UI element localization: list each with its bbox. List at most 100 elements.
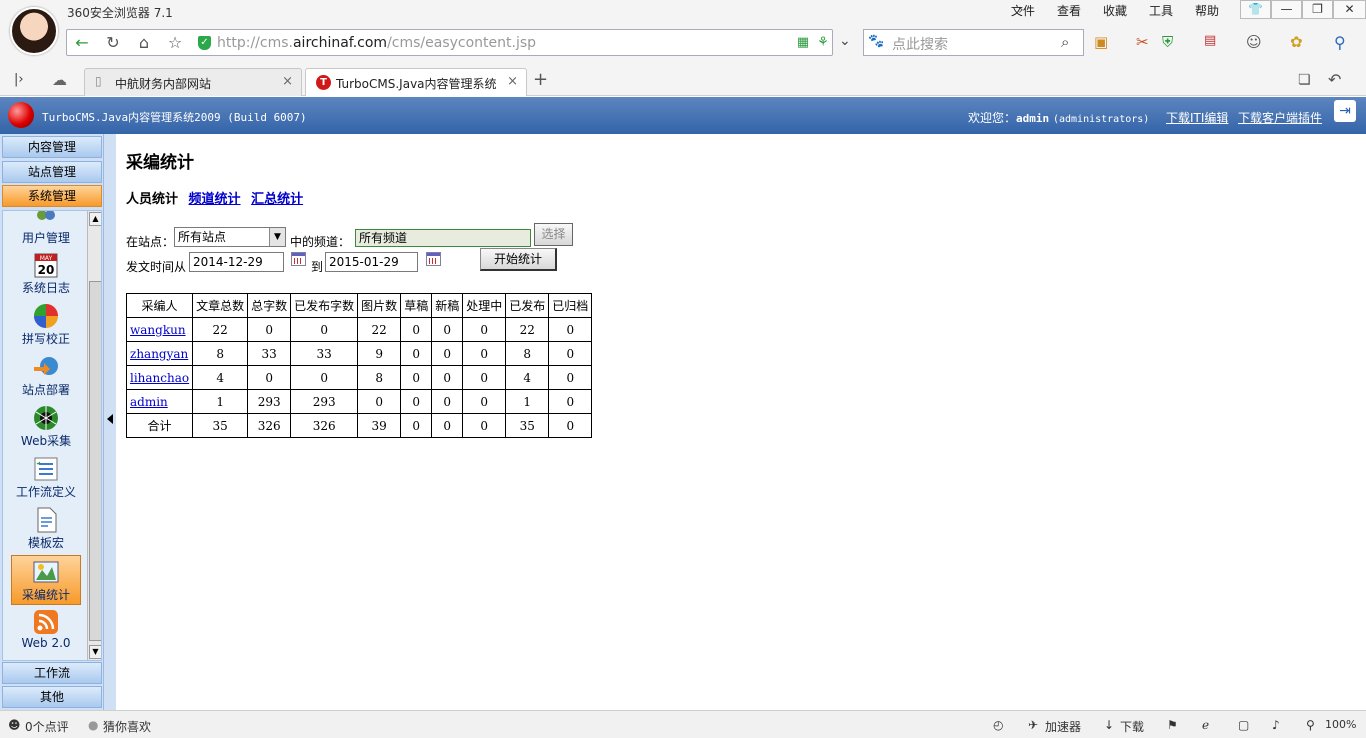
sidebar-item-spellcheck[interactable]: 拼写校正 — [11, 300, 81, 350]
editor-link[interactable]: admin — [130, 395, 168, 409]
editor-link[interactable]: lihanchao — [130, 371, 189, 385]
baidu-icon[interactable]: 🐾 — [868, 34, 884, 49]
table-cell: 33 — [290, 341, 359, 366]
subnav-summary-stats-link[interactable]: 汇总统计 — [251, 192, 303, 207]
guess-you-like[interactable]: 猜你喜欢 — [103, 718, 151, 735]
accelerator-icon[interactable]: ✈ — [1028, 718, 1038, 732]
menu-help[interactable]: 帮助 — [1184, 3, 1230, 19]
screenshot-icon[interactable]: ✂ — [1136, 33, 1149, 51]
start-stats-button[interactable]: 开始统计 — [480, 248, 557, 271]
channel-field[interactable]: 所有频道 — [355, 229, 531, 247]
table-cell: 22 — [505, 317, 550, 342]
sidebar-item-syslog[interactable]: MAY 20 系统日志 — [11, 249, 81, 299]
back-icon[interactable]: ← — [69, 32, 95, 54]
sidebar-item-users[interactable]: 用户管理 — [11, 211, 81, 249]
menu-favorites[interactable]: 收藏 — [1092, 3, 1138, 19]
flag-icon[interactable]: ⚑ — [1167, 718, 1178, 732]
address-bar[interactable]: ← ↻ ⌂ ☆ ✓ http://cms.airchinaf.com/cms/e… — [66, 29, 833, 56]
sound-icon[interactable]: ♪ — [1272, 718, 1280, 732]
comment-icon[interactable]: ☻ — [8, 718, 21, 732]
scroll-thumb[interactable] — [89, 281, 101, 641]
total-cell: 0 — [400, 413, 433, 438]
zoom-level[interactable]: 100% — [1325, 718, 1356, 731]
sidebar-group-workflow[interactable]: 工作流 — [2, 662, 102, 684]
users-icon — [37, 211, 55, 220]
maximize-button[interactable]: ❐ — [1302, 0, 1333, 19]
sidebar-item-edit-stats[interactable]: 采编统计 — [11, 555, 81, 605]
scroll-down-arrow-icon[interactable]: ▼ — [89, 645, 101, 659]
menu-tools[interactable]: 工具 — [1138, 3, 1184, 19]
menu-view[interactable]: 查看 — [1046, 3, 1092, 19]
search-input[interactable]: 🐾 点此搜索 ⌕ — [863, 29, 1084, 56]
user-avatar[interactable] — [10, 7, 58, 55]
pdf-icon[interactable]: ▤ — [1204, 33, 1216, 48]
site-select[interactable]: 所有站点 ▼ — [174, 227, 286, 247]
refresh-icon[interactable]: ↻ — [100, 32, 126, 54]
star-icon[interactable]: ☆ — [162, 32, 188, 54]
security-shield-icon[interactable]: ✓ — [198, 36, 211, 50]
collapse-arrow-icon[interactable] — [107, 414, 113, 424]
compat-mode-icon[interactable]: ⚘ — [810, 32, 836, 54]
sidebar-group-content[interactable]: 内容管理 — [2, 136, 102, 158]
menu-file[interactable]: 文件 — [1000, 3, 1046, 19]
chevron-down-icon[interactable]: ▼ — [269, 228, 285, 246]
zoom-icon[interactable]: ⚲ — [1306, 718, 1315, 732]
select-channel-button[interactable]: 选择 — [534, 223, 573, 246]
speed-icon[interactable]: ◴ — [993, 718, 1003, 732]
window-icon[interactable]: ▢ — [1238, 718, 1249, 732]
sidebar-splitter[interactable] — [103, 134, 116, 710]
url-text[interactable]: http://cms.airchinaf.com/cms/easycontent… — [217, 35, 536, 51]
subnav-channel-stats-link[interactable]: 频道统计 — [189, 192, 241, 207]
sidebar-scrollbar[interactable]: ▲ ▼ — [87, 211, 101, 660]
apps-icon[interactable]: ▣ — [1094, 33, 1108, 51]
sidebar-item-workflow-def[interactable]: 工作流定义 — [11, 453, 81, 503]
sidebar-item-webcrawl[interactable]: Web采集 — [11, 402, 81, 452]
table-cell: 1 — [505, 389, 550, 414]
tab-cafs-intranet[interactable]: ▯ 中航财务内部网站 × — [84, 68, 302, 96]
editor-link[interactable]: zhangyan — [130, 347, 188, 361]
find-icon[interactable]: ⚲ — [1334, 33, 1346, 52]
new-tab-button[interactable]: + — [533, 69, 548, 90]
tab-list-icon[interactable]: ❏ — [1298, 72, 1311, 88]
exit-icon[interactable]: ⇥ — [1334, 100, 1356, 122]
table-cell: 4 — [505, 365, 550, 390]
tab-close-icon[interactable]: × — [282, 74, 293, 89]
scroll-up-arrow-icon[interactable]: ▲ — [89, 212, 101, 226]
editor-link[interactable]: wangkun — [130, 323, 186, 337]
gift-icon[interactable]: ✿ — [1290, 33, 1303, 51]
calendar-from-icon[interactable] — [291, 252, 306, 266]
sidebar-item-web20[interactable]: Web 2.0 — [11, 606, 81, 656]
sidebar-toggle-icon[interactable]: |› — [14, 72, 24, 87]
download-plugin-link[interactable]: 下载客户端插件 — [1238, 109, 1322, 126]
skin-button[interactable]: 👕 — [1240, 0, 1271, 19]
accelerator-label[interactable]: 加速器 — [1045, 718, 1081, 735]
close-window-button[interactable]: ✕ — [1333, 0, 1366, 19]
comments-count[interactable]: 0个点评 — [25, 718, 69, 735]
calendar-to-icon[interactable] — [426, 252, 441, 266]
download-icon[interactable]: ↓ — [1104, 718, 1114, 732]
browser-ie-icon[interactable]: ℯ — [1202, 718, 1209, 732]
table-cell: 22 — [357, 317, 402, 342]
sidebar-group-site[interactable]: 站点管理 — [2, 161, 102, 183]
cloud-icon[interactable]: ☁ — [52, 71, 67, 89]
sidebar-item-deploy[interactable]: 站点部署 — [11, 351, 81, 401]
table-cell: 8 — [192, 341, 249, 366]
system-tools-panel: 用户管理 MAY 20 系统日志 拼写校正 站点部署 Web采集 工作流定义 模板… — [2, 210, 102, 661]
game-icon[interactable]: ☺ — [1246, 33, 1262, 51]
sidebar-group-other[interactable]: 其他 — [2, 686, 102, 708]
chevron-down-icon[interactable]: ⌄ — [839, 33, 851, 49]
shield-guard-icon[interactable]: ⛨ — [1162, 33, 1173, 51]
undo-close-icon[interactable]: ↶ — [1328, 70, 1341, 89]
table-body: wangkun 22 0 0 22 0 0 0 22 0 zhangyan 8 33 33 9 0 0 0 8 0 li… — [125, 317, 593, 438]
tab-close-icon[interactable]: × — [507, 74, 518, 89]
search-icon[interactable]: ⌕ — [1061, 33, 1069, 51]
date-from-input[interactable]: 2014-12-29 — [189, 252, 284, 272]
download-label[interactable]: 下载 — [1120, 718, 1144, 735]
sidebar-group-system[interactable]: 系统管理 — [2, 185, 102, 207]
date-to-input[interactable]: 2015-01-29 — [325, 252, 418, 272]
tab-turbocms[interactable]: T TurboCMS.Java内容管理系统 × — [305, 68, 527, 96]
home-icon[interactable]: ⌂ — [131, 32, 157, 54]
download-editor-link[interactable]: 下载ITI编辑 — [1166, 109, 1228, 126]
minimize-button[interactable]: — — [1271, 0, 1302, 19]
sidebar-item-template-macro[interactable]: 模板宏 — [11, 504, 81, 554]
